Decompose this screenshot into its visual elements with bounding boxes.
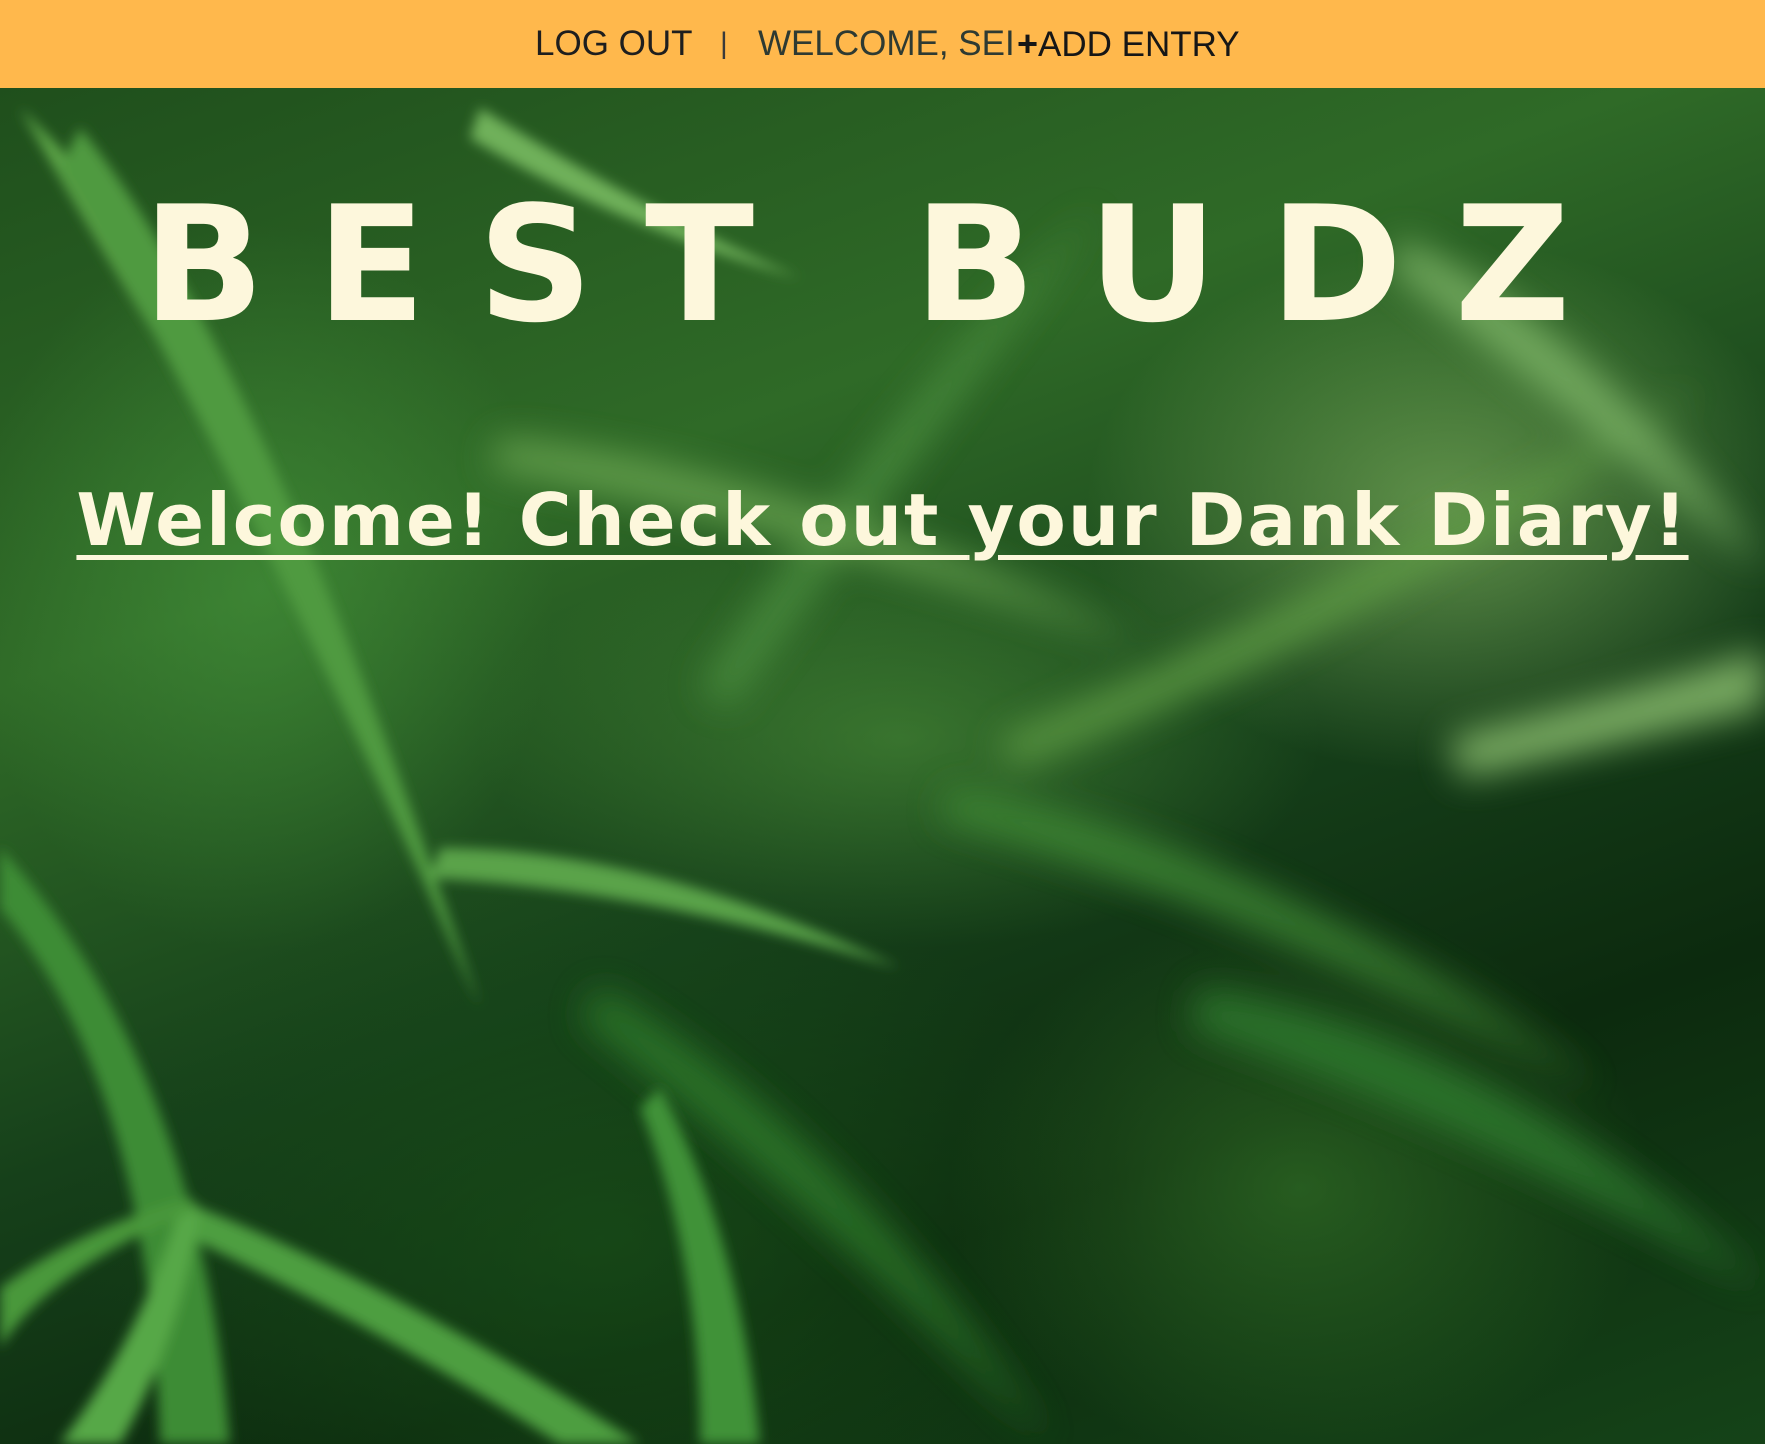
add-entry-link[interactable]: +ADD ENTRY <box>1017 0 1240 88</box>
site-title: BEST BUDZ <box>142 171 1623 358</box>
welcome-heading: Welcome! Check out your Dank Diary! <box>45 470 1720 570</box>
logout-link[interactable]: LOG OUT <box>535 0 693 88</box>
welcome-user-text: WELCOME, SEI <box>758 24 1015 63</box>
top-nav-bar: LOG OUT | WELCOME, SEI +ADD ENTRY <box>0 0 1765 88</box>
plus-icon: + <box>1017 23 1039 64</box>
welcome-prefix-text[interactable]: Welcome! Check out <box>76 478 967 562</box>
dank-diary-link[interactable]: your Dank Diary! <box>967 478 1688 562</box>
add-entry-label: ADD ENTRY <box>1038 25 1240 64</box>
nav-separator: | <box>720 27 728 60</box>
